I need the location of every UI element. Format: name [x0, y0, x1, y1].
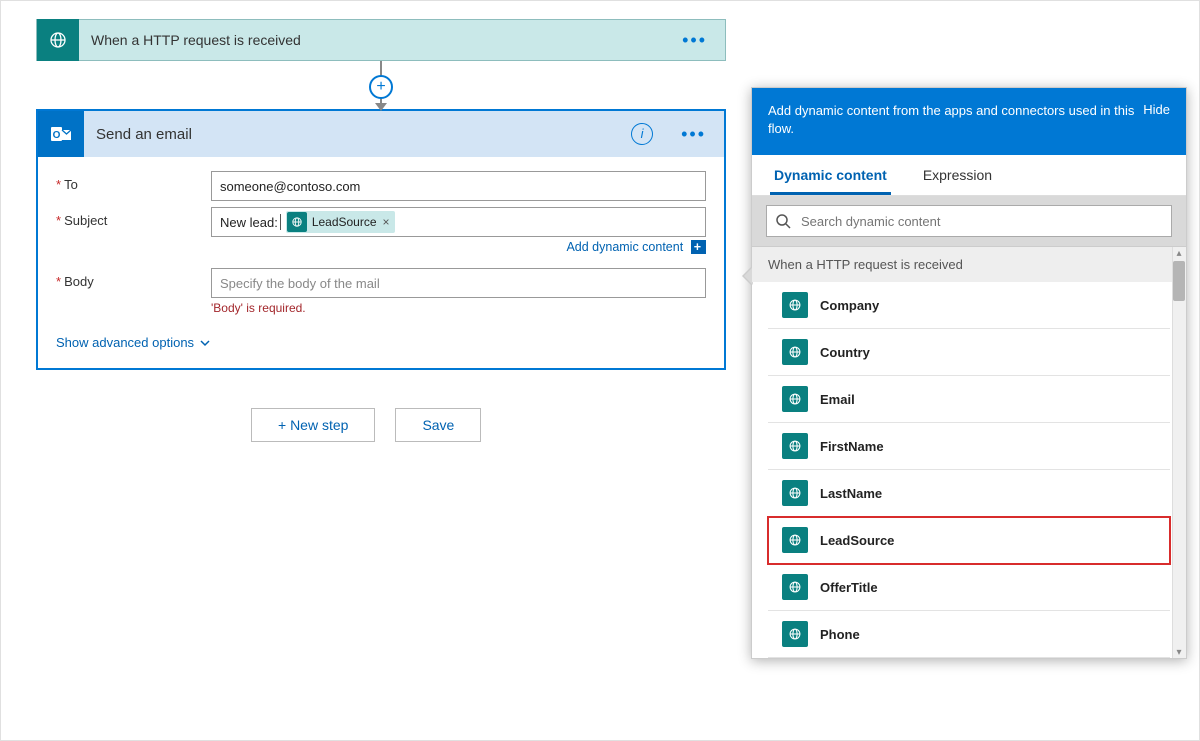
dc-item-leadsource[interactable]: LeadSource — [768, 517, 1170, 564]
dc-scrollbar[interactable]: ▴ ▾ — [1172, 247, 1186, 658]
body-error-text: 'Body' is required. — [211, 301, 706, 315]
dc-item-lastname[interactable]: LastName — [768, 470, 1170, 517]
subject-prefix-text: New lead: — [220, 215, 278, 230]
save-button[interactable]: Save — [395, 408, 481, 442]
http-token-icon — [782, 480, 808, 506]
scroll-up-icon[interactable]: ▴ — [1174, 248, 1184, 258]
http-token-icon — [782, 292, 808, 318]
dc-item-label: OfferTitle — [820, 580, 878, 595]
outlook-icon: O — [38, 111, 84, 157]
http-token-icon — [287, 212, 307, 232]
dc-panel-header-text: Add dynamic content from the apps and co… — [768, 102, 1143, 137]
action-menu-button[interactable]: ••• — [663, 124, 724, 145]
info-icon[interactable]: i — [631, 123, 653, 145]
http-token-icon — [782, 339, 808, 365]
http-trigger-icon — [37, 19, 79, 61]
dc-item-label: LeadSource — [820, 533, 894, 548]
subject-input[interactable]: New lead: LeadSource × — [211, 207, 706, 237]
search-icon — [775, 213, 791, 229]
text-cursor — [280, 214, 281, 230]
http-token-icon — [782, 386, 808, 412]
svg-text:O: O — [53, 130, 61, 141]
http-token-icon — [782, 621, 808, 647]
trigger-menu-button[interactable]: ••• — [664, 30, 725, 51]
token-label: LeadSource — [312, 215, 377, 229]
scroll-thumb[interactable] — [1173, 261, 1185, 301]
show-advanced-options-link[interactable]: Show advanced options — [56, 335, 212, 350]
tab-expression[interactable]: Expression — [919, 155, 996, 195]
http-token-icon — [782, 574, 808, 600]
action-title: Send an email — [84, 126, 631, 143]
dc-item-email[interactable]: Email — [768, 376, 1170, 423]
dc-item-country[interactable]: Country — [768, 329, 1170, 376]
to-input[interactable]: someone@contoso.com — [211, 171, 706, 201]
dc-item-label: Company — [820, 298, 879, 313]
dc-search-input[interactable] — [799, 213, 1163, 230]
dc-search-field[interactable] — [766, 205, 1172, 237]
connector-arrow: + — [380, 61, 382, 109]
dc-hide-button[interactable]: Hide — [1143, 102, 1170, 137]
dc-item-label: Email — [820, 392, 855, 407]
leadsource-token[interactable]: LeadSource × — [286, 211, 395, 233]
http-token-icon — [782, 433, 808, 459]
to-label: *To — [56, 171, 211, 192]
dc-item-label: FirstName — [820, 439, 884, 454]
http-token-icon — [782, 527, 808, 553]
trigger-card[interactable]: When a HTTP request is received ••• — [36, 19, 726, 61]
dc-item-firstname[interactable]: FirstName — [768, 423, 1170, 470]
body-label: *Body — [56, 268, 211, 289]
dc-group-header: When a HTTP request is received — [752, 247, 1186, 282]
dc-item-label: LastName — [820, 486, 882, 501]
dc-item-company[interactable]: Company — [768, 282, 1170, 329]
trigger-title: When a HTTP request is received — [79, 32, 664, 48]
dc-item-label: Phone — [820, 627, 860, 642]
dc-item-phone[interactable]: Phone — [768, 611, 1170, 658]
insert-step-button[interactable]: + — [369, 75, 393, 99]
scroll-down-icon[interactable]: ▾ — [1174, 647, 1184, 657]
action-header[interactable]: O Send an email i ••• — [38, 111, 724, 157]
dc-item-label: Country — [820, 345, 870, 360]
dc-item-offertitle[interactable]: OfferTitle — [768, 564, 1170, 611]
action-card: O Send an email i ••• *To someone@contos… — [36, 109, 726, 370]
token-remove-button[interactable]: × — [383, 215, 390, 229]
add-dc-badge-icon[interactable]: + — [691, 240, 706, 254]
panel-pointer — [742, 266, 752, 286]
body-input[interactable]: Specify the body of the mail — [211, 268, 706, 298]
dynamic-content-panel: Add dynamic content from the apps and co… — [751, 87, 1187, 659]
tab-dynamic-content[interactable]: Dynamic content — [770, 155, 891, 195]
new-step-button[interactable]: + New step — [251, 408, 375, 442]
subject-label: *Subject — [56, 207, 211, 228]
add-dynamic-content-link[interactable]: Add dynamic content — [566, 240, 683, 254]
